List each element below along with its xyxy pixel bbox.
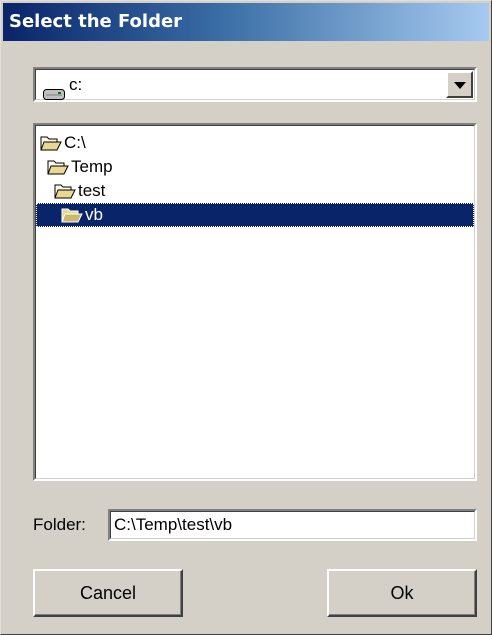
ok-button-label: Ok: [390, 583, 414, 603]
open-folder-icon: [47, 158, 69, 176]
folder-label: Folder:: [33, 515, 86, 534]
drive-icon: [43, 79, 65, 100]
select-folder-dialog: Select the Folder c: C:\ Temp test vb Fo…: [0, 0, 492, 635]
tree-item-label: C:\: [64, 133, 86, 152]
chevron-down-icon[interactable]: [446, 71, 473, 98]
folder-path-input[interactable]: C:\Temp\test\vb: [108, 509, 477, 541]
folder-path-value: C:\Temp\test\vb: [114, 515, 233, 534]
dialog-title: Select the Folder: [3, 3, 489, 41]
folder-tree[interactable]: C:\ Temp test vb: [33, 123, 477, 481]
cancel-button-label: Cancel: [79, 583, 137, 603]
open-folder-icon: [54, 182, 76, 200]
drive-select[interactable]: c:: [33, 67, 477, 102]
drive-select-value: c:: [43, 69, 82, 100]
open-folder-icon: [61, 206, 83, 224]
tree-item-label: vb: [85, 205, 103, 224]
tree-item-label: test: [78, 181, 106, 200]
drive-select-text: c:: [69, 75, 83, 94]
tree-item-test[interactable]: test: [54, 179, 105, 203]
tree-item-label: Temp: [71, 157, 113, 176]
open-folder-icon: [40, 134, 62, 152]
tree-item-root[interactable]: C:\: [40, 131, 86, 155]
cancel-button[interactable]: Cancel: [33, 569, 183, 617]
tree-item-temp[interactable]: Temp: [47, 155, 113, 179]
tree-item-vb[interactable]: vb: [36, 203, 474, 227]
ok-button[interactable]: Ok: [327, 569, 477, 617]
